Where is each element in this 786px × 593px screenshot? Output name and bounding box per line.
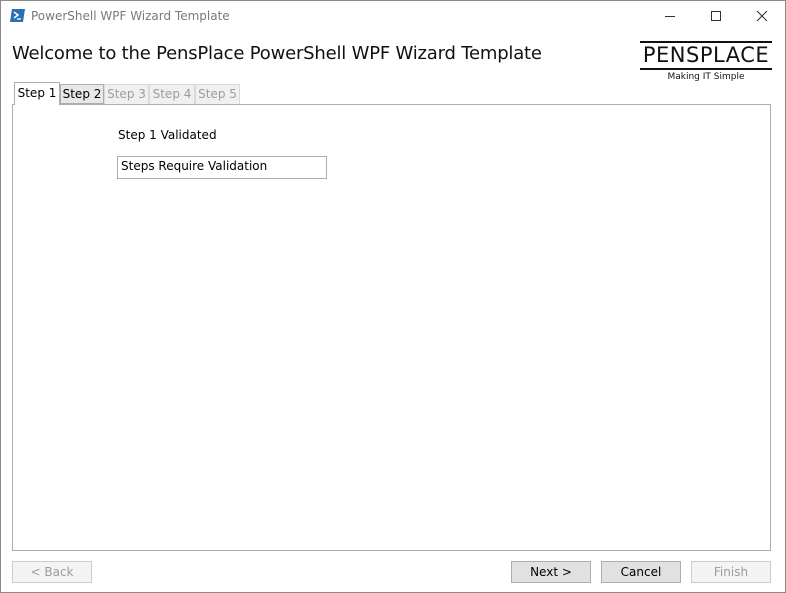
minimize-icon — [665, 16, 675, 17]
next-button[interactable]: Next > — [511, 561, 591, 583]
finish-button: Finish — [691, 561, 771, 583]
close-icon — [756, 10, 768, 22]
close-button[interactable] — [739, 1, 785, 31]
logo-name: PENSPLACE — [642, 43, 770, 67]
step-status-label: Step 1 Validated — [118, 128, 217, 142]
maximize-icon — [711, 11, 721, 21]
validation-textbox[interactable]: Steps Require Validation — [117, 156, 327, 179]
title-bar[interactable]: PowerShell WPF Wizard Template — [1, 1, 785, 31]
window-title: PowerShell WPF Wizard Template — [31, 9, 230, 23]
tab-step-5: Step 5 — [195, 84, 240, 104]
minimize-button[interactable] — [647, 1, 693, 31]
wizard-window: PowerShell WPF Wizard Template Welcome t… — [0, 0, 786, 593]
powershell-icon — [10, 8, 25, 23]
tab-step-4: Step 4 — [149, 84, 195, 104]
logo-tagline: Making IT Simple — [667, 72, 745, 82]
tab-step-1[interactable]: Step 1 — [14, 82, 60, 105]
logo-bottom-rule — [640, 68, 772, 70]
back-button: < Back — [12, 561, 92, 583]
page-title: Welcome to the PensPlace PowerShell WPF … — [12, 43, 542, 64]
cancel-button[interactable]: Cancel — [601, 561, 681, 583]
tab-step-3: Step 3 — [104, 84, 149, 104]
penspace-logo: PENSPLACE Making IT Simple — [640, 41, 772, 85]
maximize-button[interactable] — [693, 1, 739, 31]
tab-step-2[interactable]: Step 2 — [60, 84, 104, 104]
